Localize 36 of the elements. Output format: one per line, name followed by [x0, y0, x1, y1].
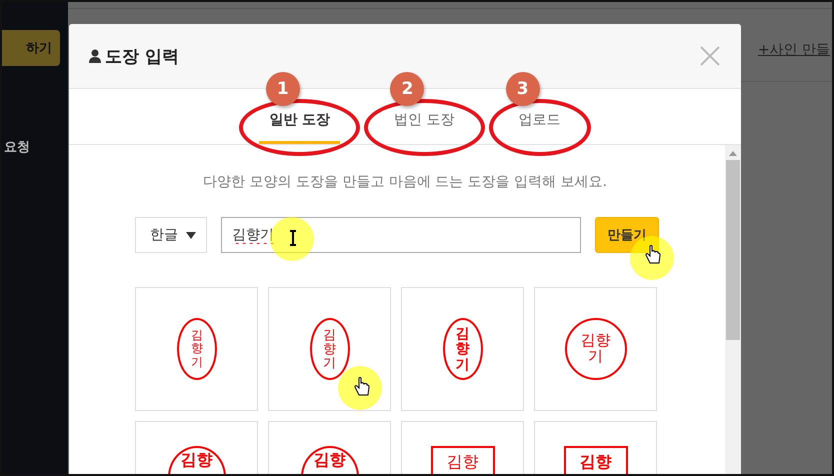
stamp-option[interactable]: 김향기 — [401, 287, 524, 411]
name-stamp: 김향기 — [442, 318, 482, 380]
scrollbar[interactable] — [725, 145, 741, 474]
name-stamp: 김향기 — [176, 318, 216, 380]
language-select[interactable]: 한글 — [135, 217, 207, 253]
text-cursor-icon — [289, 230, 297, 246]
tab[interactable]: 일반 도장 — [259, 111, 340, 144]
stamp-option[interactable]: 김향 — [534, 421, 657, 474]
close-icon[interactable] — [699, 45, 721, 67]
name-stamp: 김향기 — [564, 318, 626, 380]
hand-cursor-icon — [645, 245, 661, 265]
description-text: 다양한 모양의 도장을 만들고 마음에 드는 도장을 입력해 보세요. — [202, 173, 608, 191]
tab[interactable]: 업로드 — [508, 111, 571, 144]
cursor-highlight — [270, 217, 314, 261]
scrollbar-thumb[interactable] — [726, 160, 740, 340]
sidebar-item[interactable]: 요청 — [2, 138, 68, 156]
name-stamp: 김향 — [430, 446, 494, 474]
stamp-option[interactable]: 김향 — [268, 421, 391, 474]
stamp-option[interactable]: 김향기 — [534, 287, 657, 411]
name-stamp: 김향기 — [310, 318, 350, 380]
name-stamp: 김향 — [168, 446, 226, 474]
dialog-title: 도장 입력 — [105, 46, 179, 68]
make-button[interactable]: 만들기 — [595, 217, 659, 253]
hand-cursor-icon — [354, 377, 370, 397]
sidebar-button[interactable]: 하기 — [2, 30, 60, 66]
name-stamp: 김향 — [564, 446, 628, 474]
stamp-option[interactable]: 김향기 — [268, 287, 391, 411]
stamp-option[interactable]: 김향 — [401, 421, 524, 474]
user-icon — [89, 49, 101, 63]
stamp-option[interactable]: 김향 — [135, 421, 258, 474]
tab[interactable]: 법인 도장 — [384, 111, 465, 144]
create-signature-link[interactable]: +사인 만들 — [758, 41, 830, 81]
scroll-up-icon[interactable] — [729, 151, 737, 156]
caret-icon — [186, 232, 196, 238]
stamp-option[interactable]: 김향기 — [135, 287, 258, 411]
name-stamp: 김향 — [300, 446, 358, 474]
